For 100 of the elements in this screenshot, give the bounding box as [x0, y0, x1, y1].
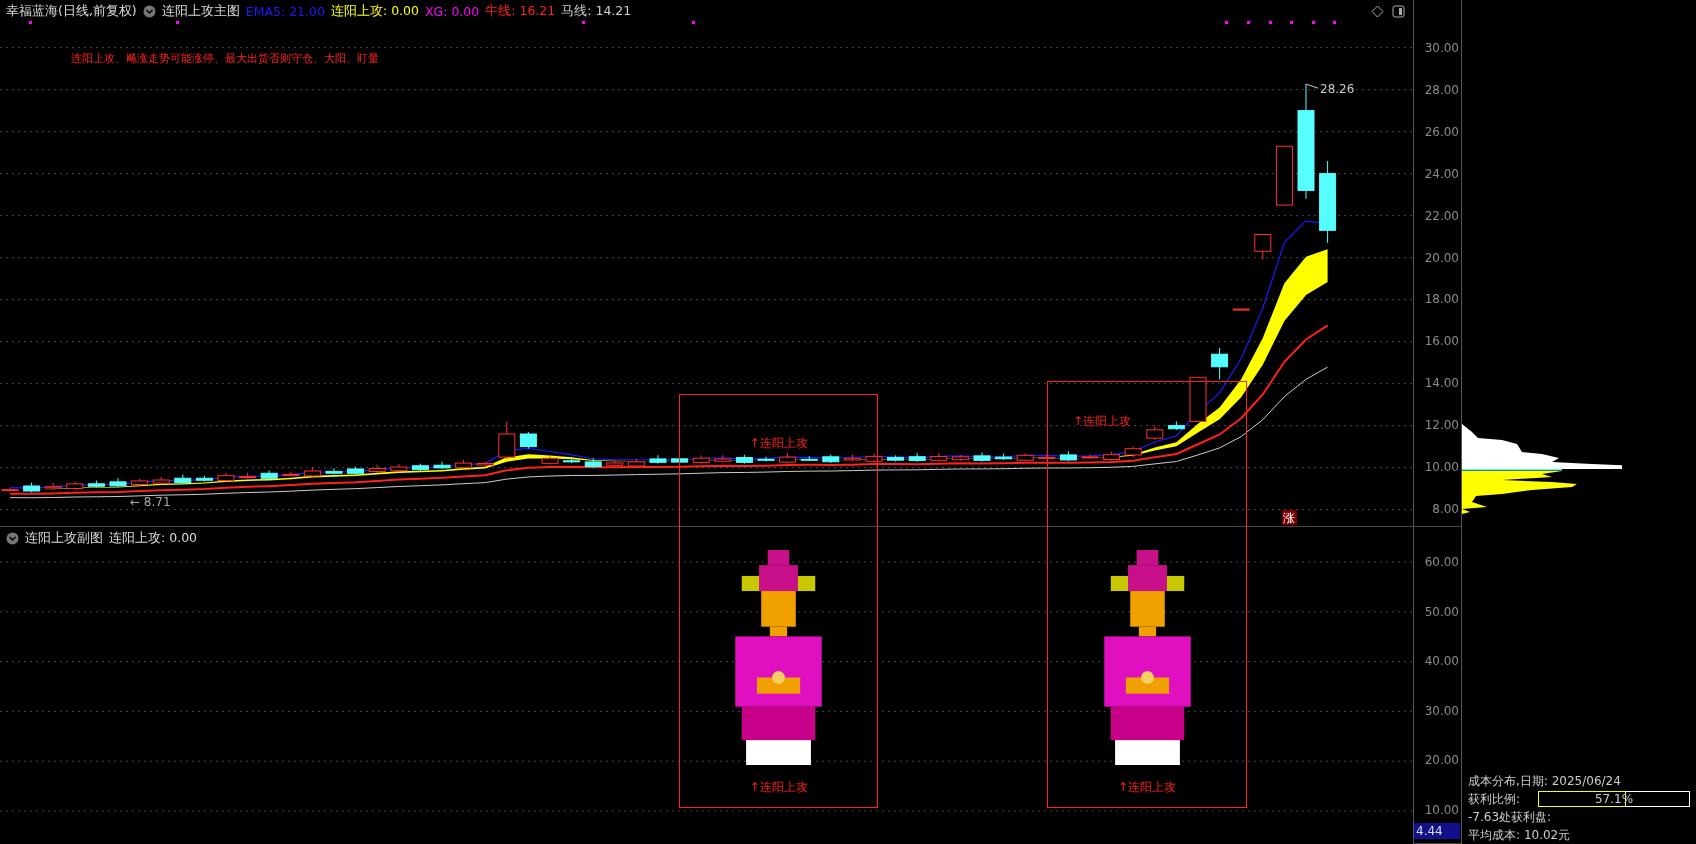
- candlestick: [195, 475, 213, 482]
- indicator-value: XG: 0.00: [424, 4, 480, 19]
- indicator-value: 马线: 14.21: [561, 3, 632, 20]
- axis-label: 26.00: [1423, 123, 1460, 140]
- axis-label: 30.00: [1423, 702, 1460, 719]
- candlestick: [692, 454, 710, 465]
- axis-label: 18.00: [1423, 291, 1460, 308]
- indicator-value: EMA5: 21.00: [245, 4, 325, 19]
- candlestick: [66, 481, 84, 491]
- candlestick: [649, 454, 667, 465]
- profit-label: 获利比例:: [1468, 791, 1521, 807]
- candlestick: [714, 454, 732, 463]
- indicator-value: 牛线: 16.21: [485, 3, 556, 20]
- average-cost: 平均成本: 10.02元: [1468, 827, 1572, 843]
- candlestick: [541, 455, 559, 466]
- candlestick: [1103, 451, 1121, 462]
- stock-title: 幸福蓝海(日线,前复权): [6, 3, 137, 20]
- candlestick: [563, 456, 581, 464]
- candlestick: [282, 471, 300, 477]
- cursor-value: 4.44: [1414, 823, 1460, 839]
- candlestick: [476, 461, 494, 467]
- candlestick: [843, 454, 861, 462]
- candlestick: [908, 452, 926, 463]
- dropdown-icon[interactable]: [6, 532, 19, 545]
- axis-label: 30.00: [1423, 40, 1460, 56]
- candlestick: [1254, 234, 1272, 261]
- candlestick: [390, 463, 408, 473]
- candlestick: [779, 452, 797, 464]
- candlestick: [671, 455, 689, 464]
- candlestick: [930, 452, 948, 463]
- candlestick: [1232, 308, 1250, 311]
- candlestick: [455, 459, 473, 470]
- indicator-value: 连阳上攻: 0.00: [109, 530, 198, 547]
- candlestick: [865, 452, 883, 463]
- candlestick: [627, 458, 645, 468]
- axis-label: 10.00: [1423, 801, 1460, 818]
- profit-price-line: -7.63处获利盘:: [1468, 809, 1553, 825]
- axis-label: 8.00: [1431, 500, 1460, 517]
- candlestick: [757, 456, 775, 462]
- candlestick: [498, 420, 516, 460]
- candlestick: [1211, 347, 1229, 380]
- candlestick: [239, 472, 257, 480]
- signal-label: ↑连阳上攻: [749, 435, 808, 452]
- axis-label: 40.00: [1423, 653, 1460, 670]
- candlestick: [606, 460, 624, 468]
- candlestick: [109, 477, 127, 488]
- candlestick: [87, 480, 105, 489]
- candlestick: [973, 451, 991, 463]
- candlestick: [1016, 452, 1034, 462]
- candlestick: [1059, 450, 1077, 462]
- candlestick: [411, 463, 429, 472]
- indicator-name: 连阳上攻主图: [161, 3, 240, 20]
- axis-label: 16.00: [1423, 333, 1460, 350]
- dropdown-icon[interactable]: [142, 5, 156, 18]
- flag-line: [1305, 83, 1319, 89]
- candlestick: [1167, 420, 1185, 431]
- high-price-label: 28.26: [1320, 82, 1355, 97]
- low-price-label: ← 8.71: [130, 495, 171, 509]
- candlestick: [368, 464, 386, 474]
- candlestick: [735, 454, 753, 465]
- candlestick: [131, 478, 149, 487]
- axis-label: 12.00: [1423, 417, 1460, 434]
- axis-label: 20.00: [1423, 752, 1460, 769]
- axis-label: 20.00: [1423, 249, 1460, 266]
- sub-chart-title: 连阳上攻副图: [25, 530, 103, 547]
- limit-up-badge: 涨: [1282, 510, 1297, 525]
- candlestick: [325, 467, 343, 475]
- axis-label: 22.00: [1423, 207, 1460, 224]
- diamond-icon[interactable]: [1371, 5, 1384, 18]
- signal-label: ↑连阳上攻: [749, 779, 808, 796]
- strategy-note: 连阳上攻、飚涨走势可能涨停、最大出货否则守仓、大阳、盯量: [71, 51, 379, 66]
- axis-label: 60.00: [1423, 554, 1460, 570]
- candlestick: [174, 474, 192, 485]
- axis-label: 24.00: [1423, 165, 1460, 182]
- candlestick: [1081, 454, 1099, 460]
- axis-label: 10.00: [1423, 459, 1460, 476]
- candlestick: [887, 454, 905, 462]
- candlestick: [951, 454, 969, 462]
- candlestick: [23, 482, 41, 493]
- indicator-value: 连阳上攻: 0.00: [330, 3, 419, 20]
- candlestick: [822, 454, 840, 464]
- candlestick: [347, 466, 365, 476]
- candlestick: [584, 457, 602, 469]
- candlestick: [217, 472, 235, 483]
- signal-label: ↑连阳上攻: [1072, 413, 1132, 430]
- candlestick: [260, 469, 278, 481]
- candlestick: [519, 431, 537, 450]
- candlestick: [1124, 446, 1142, 458]
- candlestick: [1146, 425, 1164, 441]
- candlestick: [433, 461, 451, 470]
- candlestick: [1275, 145, 1293, 206]
- candlestick: [1038, 453, 1056, 460]
- cost-title: 成本分布,日期: 2025/06/24: [1468, 773, 1622, 789]
- axis-label: 50.00: [1423, 603, 1460, 620]
- candlestick: [303, 466, 321, 478]
- axis-label: 14.00: [1423, 375, 1460, 392]
- panel-toggle-icon[interactable]: [1392, 5, 1405, 18]
- candlestick: [800, 455, 818, 462]
- candlestick: [152, 476, 170, 485]
- candlestick: [1189, 376, 1207, 422]
